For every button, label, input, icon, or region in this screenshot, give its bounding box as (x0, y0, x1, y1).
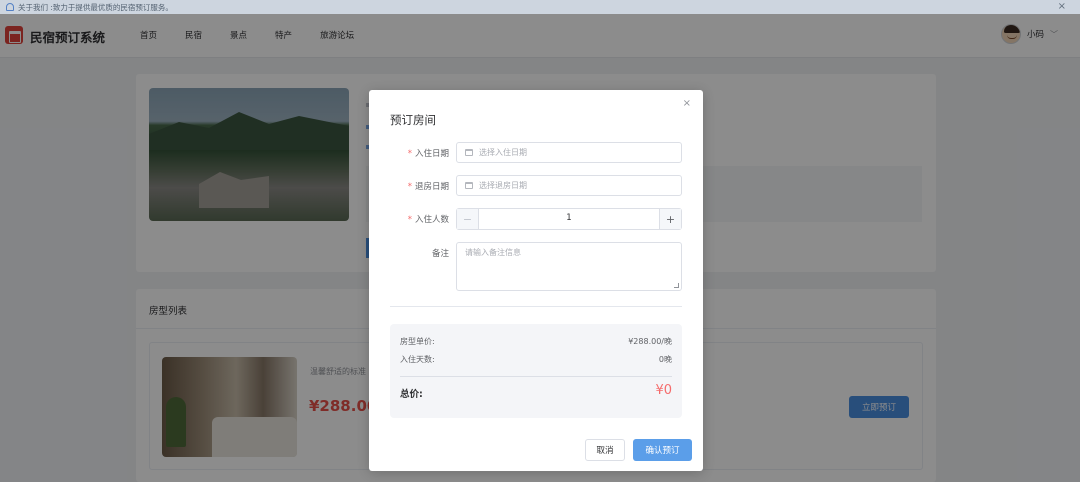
checkout-date-input[interactable]: 选择退房日期 (456, 175, 682, 196)
dialog-title: 预订房间 (390, 113, 436, 127)
checkout-placeholder: 选择退房日期 (479, 181, 527, 190)
guests-value[interactable]: 1 (479, 213, 659, 223)
checkin-label: * 入住日期 (407, 149, 449, 159)
checkin-date-input[interactable]: 选择入住日期 (456, 142, 682, 163)
total-value: ¥0 (655, 383, 672, 398)
nights-label: 入住天数: (400, 355, 435, 364)
calendar-icon (465, 149, 473, 156)
required-mark: * (407, 215, 412, 225)
notice-overlay (0, 0, 1080, 14)
unit-price-label: 房型单价: (400, 337, 435, 346)
price-summary: 房型单价: ¥288.00/晚 入住天数: 0晚 总价: ¥0 (390, 324, 682, 418)
checkout-label: * 退房日期 (407, 182, 449, 192)
required-mark: * (407, 182, 412, 192)
checkin-placeholder: 选择入住日期 (479, 148, 527, 157)
remark-placeholder: 请输入备注信息 (465, 248, 521, 257)
total-label: 总价: (400, 389, 423, 400)
guests-stepper[interactable]: − 1 + (456, 208, 682, 230)
plus-button[interactable]: + (659, 209, 681, 229)
divider (390, 306, 682, 307)
guests-label: * 入住人数 (407, 215, 449, 225)
confirm-booking-button[interactable]: 确认预订 (633, 439, 692, 461)
required-mark: * (407, 149, 412, 159)
unit-price-value: ¥288.00/晚 (628, 337, 672, 346)
remark-textarea[interactable]: 请输入备注信息 (456, 242, 682, 291)
calendar-icon (465, 182, 473, 189)
nights-row: 入住天数: 0晚 (400, 354, 672, 365)
close-icon[interactable]: × (683, 98, 691, 109)
divider (400, 376, 672, 377)
booking-dialog: 预订房间 × * 入住日期 选择入住日期 * 退房日期 选择退房日期 * 入住人数 −… (369, 90, 703, 471)
nights-value: 0晚 (658, 355, 672, 364)
minus-button[interactable]: − (457, 209, 479, 229)
unit-price-row: 房型单价: ¥288.00/晚 (400, 336, 672, 347)
cancel-button[interactable]: 取消 (585, 439, 625, 461)
resize-handle-icon[interactable] (674, 283, 679, 288)
remark-label: 备注 (431, 249, 449, 259)
